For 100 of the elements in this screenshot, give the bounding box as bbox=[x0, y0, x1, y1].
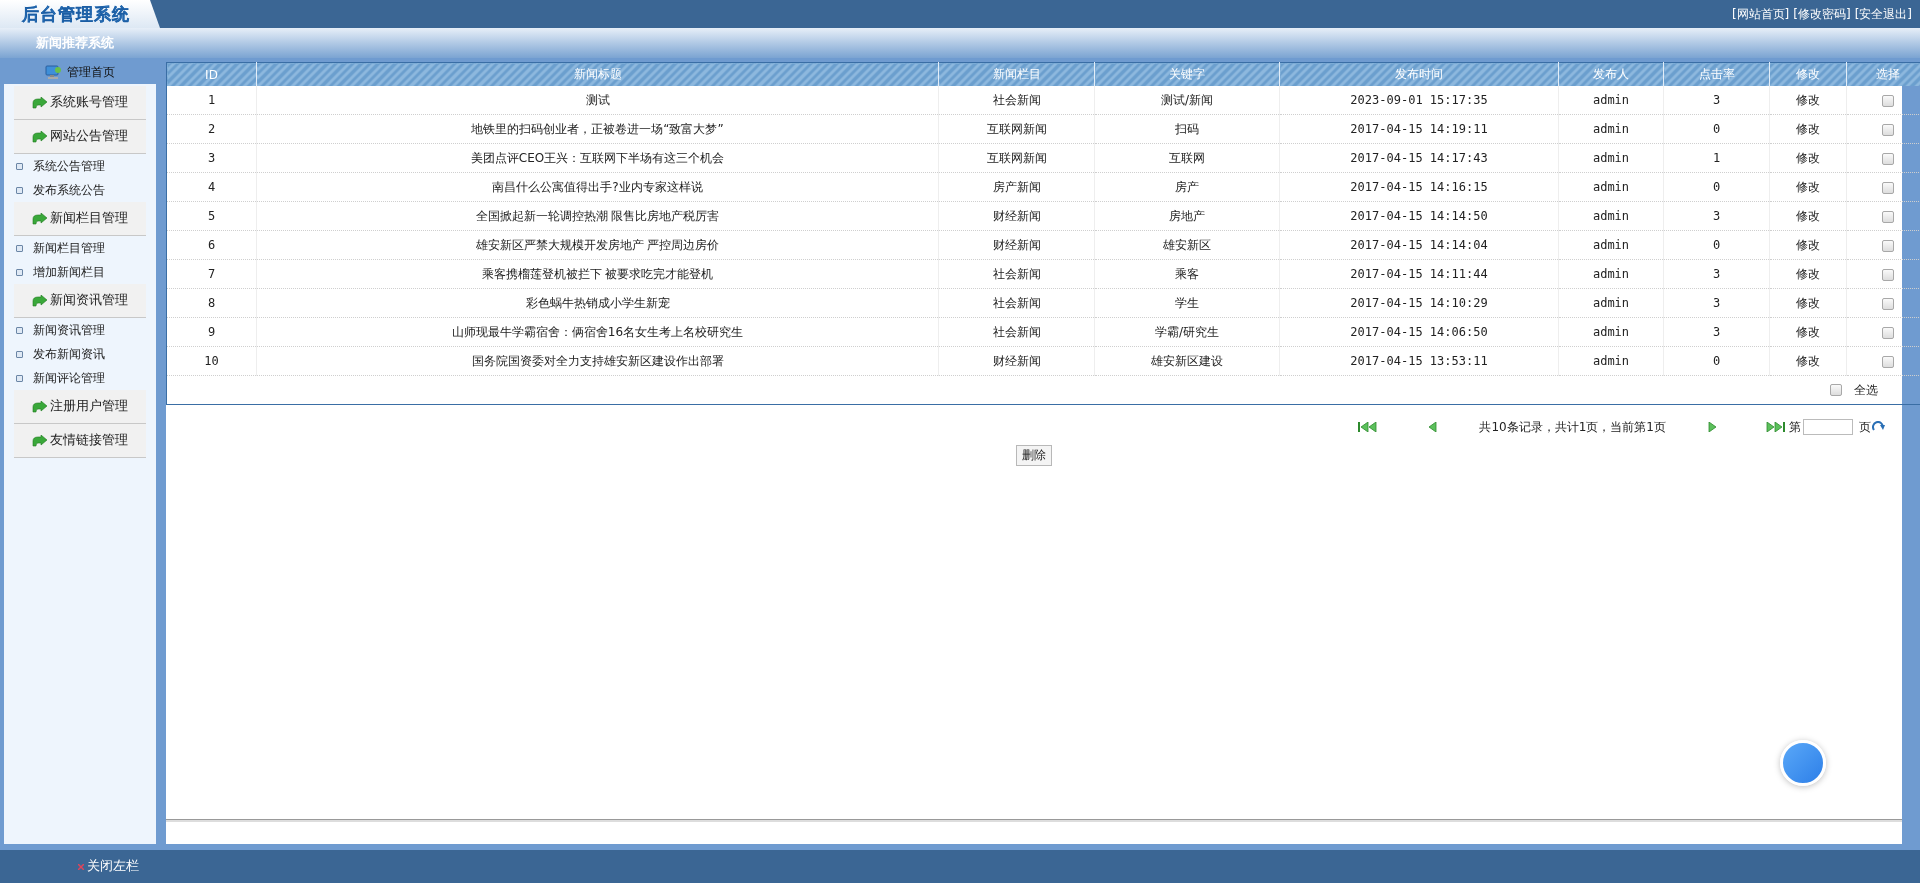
table-cell: 社会新闻 bbox=[938, 86, 1095, 115]
row-checkbox[interactable] bbox=[1882, 152, 1894, 165]
delete-button[interactable]: 删除 bbox=[1016, 445, 1052, 466]
edit-link[interactable]: 修改 bbox=[1796, 237, 1820, 252]
column-header: 发布时间 bbox=[1279, 62, 1559, 86]
table-cell: admin bbox=[1558, 172, 1664, 202]
row-checkbox[interactable] bbox=[1882, 94, 1894, 107]
row-checkbox[interactable] bbox=[1882, 355, 1894, 368]
header-link[interactable]: [安全退出] bbox=[1854, 5, 1912, 23]
table-cell: 0 bbox=[1663, 230, 1770, 260]
edit-link[interactable]: 修改 bbox=[1796, 121, 1820, 136]
close-sidebar-link[interactable]: 关闭左栏 bbox=[87, 858, 139, 875]
home-link[interactable]: 管理首页 bbox=[67, 63, 115, 81]
header-link[interactable]: [网站首页] bbox=[1731, 5, 1790, 23]
next-page-icon[interactable] bbox=[1708, 422, 1717, 432]
close-icon[interactable] bbox=[78, 863, 84, 870]
edit-link[interactable]: 修改 bbox=[1796, 208, 1820, 223]
menu-link[interactable]: 新闻栏目管理 bbox=[33, 239, 105, 257]
bullet-icon bbox=[16, 162, 23, 170]
row-checkbox[interactable] bbox=[1882, 181, 1894, 194]
page-prefix: 第 bbox=[1789, 418, 1801, 436]
arrow-icon bbox=[32, 400, 48, 413]
table-cell: 财经新闻 bbox=[938, 346, 1095, 376]
column-header: 选择 bbox=[1846, 62, 1920, 86]
table-cell: 3 bbox=[166, 143, 257, 173]
table-cell: 2017-04-15 14:06:50 bbox=[1279, 317, 1559, 347]
table-cell: 3 bbox=[1663, 201, 1770, 231]
subsystem-title: 新闻推荐系统 bbox=[35, 34, 115, 52]
table-cell: 雄安新区严禁大规模开发房地产 严控周边房价 bbox=[256, 230, 939, 260]
menu-link[interactable]: 系统公告管理 bbox=[33, 157, 105, 175]
table-cell: admin bbox=[1558, 317, 1664, 347]
arrow-icon bbox=[32, 130, 48, 143]
table-cell: 2017-04-15 14:17:43 bbox=[1279, 143, 1559, 173]
table-cell: 10 bbox=[166, 346, 257, 376]
row-checkbox[interactable] bbox=[1882, 210, 1894, 223]
menu-link[interactable]: 增加新闻栏目 bbox=[33, 263, 105, 281]
bullet-icon bbox=[16, 268, 23, 276]
select-all-checkbox[interactable] bbox=[1830, 384, 1842, 396]
select-all-label: 全选 bbox=[1854, 381, 1878, 399]
table-cell: 3 bbox=[1663, 288, 1770, 318]
table-cell: 测试 bbox=[256, 86, 939, 115]
table-cell: 房地产 bbox=[1094, 201, 1280, 231]
menu-group-header[interactable]: 网站公告管理 bbox=[14, 120, 146, 154]
table-cell: 扫码 bbox=[1094, 114, 1280, 144]
table-cell: 4 bbox=[166, 172, 257, 202]
edit-link[interactable]: 修改 bbox=[1796, 266, 1820, 281]
row-checkbox[interactable] bbox=[1882, 123, 1894, 136]
table-cell: admin bbox=[1558, 288, 1664, 318]
table-cell: 山师现最牛学霸宿舍：俩宿舍16名女生考上名校研究生 bbox=[256, 317, 939, 347]
table-cell: 8 bbox=[166, 288, 257, 318]
edit-link[interactable]: 修改 bbox=[1796, 92, 1820, 107]
first-page-icon[interactable] bbox=[1358, 422, 1379, 432]
table-cell: admin bbox=[1558, 201, 1664, 231]
column-header: 修改 bbox=[1769, 62, 1847, 86]
table-cell: 互联网新闻 bbox=[938, 114, 1095, 144]
edit-link[interactable]: 修改 bbox=[1796, 353, 1820, 368]
table-cell: 3 bbox=[1663, 317, 1770, 347]
table-cell: 全国掀起新一轮调控热潮 限售比房地产税厉害 bbox=[256, 201, 939, 231]
refresh-icon[interactable] bbox=[1872, 421, 1886, 433]
table-cell: admin bbox=[1558, 259, 1664, 289]
menu-link[interactable]: 新闻评论管理 bbox=[33, 369, 105, 387]
table-cell: 测试/新闻 bbox=[1094, 86, 1280, 115]
bullet-icon bbox=[16, 186, 23, 194]
table-cell: 2017-04-15 13:53:11 bbox=[1279, 346, 1559, 376]
arrow-icon bbox=[32, 212, 48, 225]
table-cell: 2017-04-15 14:16:15 bbox=[1279, 172, 1559, 202]
table-cell: 3 bbox=[1663, 86, 1770, 115]
menu-group-header[interactable]: 注册用户管理 bbox=[14, 390, 146, 424]
header-link[interactable]: [修改密码] bbox=[1793, 5, 1851, 23]
last-page-icon[interactable] bbox=[1765, 422, 1785, 432]
edit-link[interactable]: 修改 bbox=[1796, 179, 1820, 194]
bullet-icon bbox=[16, 374, 23, 382]
menu-link[interactable]: 发布新闻资讯 bbox=[33, 345, 105, 363]
previous-page-icon[interactable] bbox=[1428, 422, 1438, 432]
table-cell: 2017-04-15 14:11:44 bbox=[1279, 259, 1559, 289]
menu-group-header[interactable]: 新闻资讯管理 bbox=[14, 284, 146, 318]
menu-link[interactable]: 发布系统公告 bbox=[33, 181, 105, 199]
table-cell: 2017-04-15 14:14:50 bbox=[1279, 201, 1559, 231]
menu-group-header[interactable]: 友情链接管理 bbox=[14, 424, 146, 458]
row-checkbox[interactable] bbox=[1882, 239, 1894, 252]
bullet-icon bbox=[16, 244, 23, 252]
menu-group-header[interactable]: 系统账号管理 bbox=[14, 86, 146, 120]
edit-link[interactable]: 修改 bbox=[1796, 295, 1820, 310]
table-cell: 房产新闻 bbox=[938, 172, 1095, 202]
row-checkbox[interactable] bbox=[1882, 326, 1894, 339]
edit-link[interactable]: 修改 bbox=[1796, 150, 1820, 165]
menu-link[interactable]: 新闻资讯管理 bbox=[33, 321, 105, 339]
table-cell: admin bbox=[1558, 86, 1664, 115]
table-cell: admin bbox=[1558, 114, 1664, 144]
page-summary: 共10条记录，共计1页，当前第1页 bbox=[1479, 418, 1666, 436]
column-header: 新闻标题 bbox=[256, 62, 939, 86]
table-cell: 0 bbox=[1663, 172, 1770, 202]
table-cell: 房产 bbox=[1094, 172, 1280, 202]
row-checkbox[interactable] bbox=[1882, 268, 1894, 281]
table-cell: admin bbox=[1558, 346, 1664, 376]
menu-group-header[interactable]: 新闻栏目管理 bbox=[14, 202, 146, 236]
edit-link[interactable]: 修改 bbox=[1796, 324, 1820, 339]
row-checkbox[interactable] bbox=[1882, 297, 1894, 310]
table-cell: 彩色蜗牛热销成小学生新宠 bbox=[256, 288, 939, 318]
page-number-field[interactable] bbox=[1803, 419, 1853, 435]
